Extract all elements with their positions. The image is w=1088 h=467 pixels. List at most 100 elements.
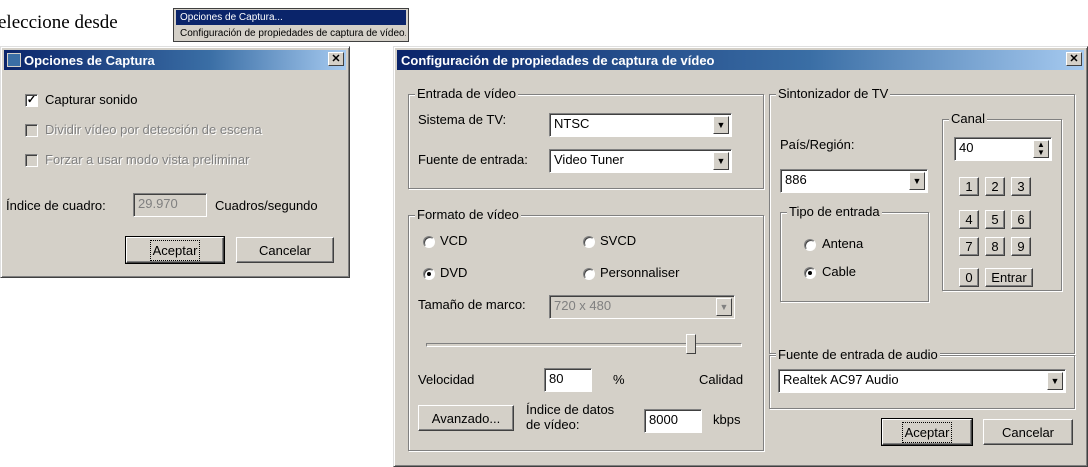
data-rate-label-line2: de vídeo: — [526, 417, 580, 432]
capture-options-title: Opciones de Captura — [24, 52, 155, 68]
chevron-down-icon[interactable]: ▼ — [713, 116, 729, 134]
radio-cable[interactable] — [804, 267, 816, 279]
country-dropdown[interactable]: 886 ▼ — [780, 169, 928, 193]
close-icon[interactable]: ✕ — [1066, 52, 1082, 66]
channel-group-title: Canal — [949, 111, 987, 126]
channel-spinner[interactable]: 40 ▲ ▼ — [954, 137, 1052, 161]
input-source-dropdown[interactable]: Video Tuner ▼ — [549, 149, 732, 173]
frame-size-label: Tamaño de marco: — [418, 297, 526, 312]
input-source-label: Fuente de entrada: — [418, 152, 528, 167]
video-input-group: Entrada de vídeo — [408, 86, 764, 189]
channel-key-5-label: 5 — [991, 212, 999, 227]
quality-label: Calidad — [699, 372, 744, 387]
channel-key-7[interactable]: 7 — [959, 237, 979, 256]
split-scene-checkbox[interactable] — [25, 124, 38, 137]
channel-key-6-label: 6 — [1017, 212, 1025, 227]
channel-key-7-label: 7 — [965, 239, 973, 254]
channel-key-8[interactable]: 8 — [985, 237, 1005, 256]
data-rate-unit: kbps — [713, 412, 741, 427]
frame-rate-label: Índice de cuadro: — [6, 198, 106, 213]
radio-dvd[interactable] — [423, 268, 435, 280]
chevron-down-icon[interactable]: ▼ — [909, 172, 925, 190]
radio-svcd[interactable] — [583, 236, 595, 248]
video-properties-dialog: Configuración de propiedades de captura … — [393, 46, 1088, 467]
cancel-button-label: Cancelar — [1001, 424, 1055, 440]
channel-key-2-label: 2 — [991, 179, 999, 194]
channel-key-1[interactable]: 1 — [959, 177, 979, 196]
channel-key-3-label: 3 — [1017, 179, 1025, 194]
chevron-down-icon[interactable]: ▼ — [716, 298, 732, 316]
app-icon — [7, 53, 21, 67]
spinner-arrows-icon[interactable]: ▲ ▼ — [1033, 140, 1049, 158]
chevron-down-icon[interactable]: ▼ — [713, 152, 729, 170]
force-preview-checkbox[interactable] — [25, 154, 38, 167]
channel-key-2[interactable]: 2 — [985, 177, 1005, 196]
ok-button[interactable]: Aceptar — [125, 236, 225, 264]
channel-key-9-label: 9 — [1017, 239, 1025, 254]
capture-sound-checkbox[interactable]: ✓ — [25, 94, 38, 107]
ok-button[interactable]: Aceptar — [881, 418, 973, 446]
advanced-button[interactable]: Avanzado... — [418, 405, 514, 431]
data-rate-label: Índice de datos de vídeo: — [526, 402, 614, 432]
input-type-group-title: Tipo de entrada — [787, 204, 882, 219]
radio-dvd-label: DVD — [440, 265, 468, 280]
tv-tuner-group-title: Sintonizador de TV — [776, 86, 891, 101]
data-rate-field[interactable]: 8000 — [644, 409, 702, 433]
audio-input-group-title: Fuente de entrada de audio — [776, 347, 940, 362]
radio-personnaliser[interactable] — [583, 268, 595, 280]
advanced-button-label: Avanzado... — [431, 410, 501, 426]
background-instruction-text: eleccione desde — [0, 12, 118, 33]
channel-key-4[interactable]: 4 — [959, 210, 979, 229]
input-source-value: Video Tuner — [554, 152, 624, 167]
frame-rate-unit: Cuadros/segundo — [215, 198, 318, 213]
force-preview-label: Forzar a usar modo vista preliminar — [45, 152, 250, 167]
channel-value: 40 — [959, 140, 974, 155]
cancel-button[interactable]: Cancelar — [983, 419, 1073, 445]
radio-antenna-label: Antena — [822, 236, 864, 251]
channel-key-1-label: 1 — [965, 179, 973, 194]
cancel-button-label: Cancelar — [258, 242, 312, 258]
ok-button-label: Aceptar — [901, 421, 953, 443]
channel-key-0[interactable]: 0 — [959, 268, 979, 287]
split-scene-label: Dividir vídeo por detección de escena — [45, 122, 262, 137]
frame-rate-field[interactable]: 29.970 — [133, 193, 207, 217]
ok-button-label: Aceptar — [149, 239, 201, 261]
chevron-down-icon[interactable]: ▼ — [1047, 372, 1063, 390]
tv-system-value: NTSC — [554, 116, 590, 131]
quality-percent-unit: % — [613, 372, 625, 387]
menu-item-video-properties[interactable]: Configuración de propiedades de captura … — [176, 26, 406, 41]
channel-key-6[interactable]: 6 — [1011, 210, 1031, 229]
channel-key-9[interactable]: 9 — [1011, 237, 1031, 256]
radio-vcd-label: VCD — [440, 233, 468, 248]
video-properties-title: Configuración de propiedades de captura … — [401, 52, 715, 68]
tv-system-label: Sistema de TV: — [418, 112, 507, 127]
channel-key-3[interactable]: 3 — [1011, 177, 1031, 196]
video-format-group-title: Formato de vídeo — [415, 207, 521, 222]
channel-key-0-label: 0 — [965, 270, 973, 285]
radio-antenna[interactable] — [804, 239, 816, 251]
enter-button-label: Entrar — [991, 270, 1027, 285]
country-value: 886 — [785, 172, 807, 187]
data-rate-label-line1: Índice de datos — [526, 402, 615, 417]
frame-size-dropdown[interactable]: 720 x 480 ▼ — [549, 295, 735, 319]
enter-button[interactable]: Entrar — [985, 268, 1033, 287]
quality-slider-thumb[interactable] — [686, 334, 697, 354]
frame-size-value: 720 x 480 — [554, 298, 612, 313]
capture-context-menu: Opciones de Captura... Configuración de … — [173, 8, 409, 42]
radio-svcd-label: SVCD — [600, 233, 637, 248]
channel-key-5[interactable]: 5 — [985, 210, 1005, 229]
quality-percent-field[interactable]: 80 — [544, 368, 592, 392]
radio-personnaliser-label: Personnaliser — [600, 265, 680, 280]
input-type-group: Tipo de entrada — [780, 204, 929, 302]
channel-key-8-label: 8 — [991, 239, 999, 254]
tv-system-dropdown[interactable]: NTSC ▼ — [549, 113, 732, 137]
menu-item-capture-options[interactable]: Opciones de Captura... — [176, 10, 406, 25]
capture-options-titlebar: Opciones de Captura ✕ — [4, 50, 346, 70]
audio-input-value: Realtek AC97 Audio — [783, 372, 899, 387]
cancel-button[interactable]: Cancelar — [236, 237, 334, 263]
radio-vcd[interactable] — [423, 236, 435, 248]
audio-input-dropdown[interactable]: Realtek AC97 Audio ▼ — [778, 369, 1066, 393]
close-icon[interactable]: ✕ — [328, 52, 344, 66]
video-properties-titlebar: Configuración de propiedades de captura … — [397, 50, 1084, 70]
country-label: País/Región: — [780, 137, 855, 152]
